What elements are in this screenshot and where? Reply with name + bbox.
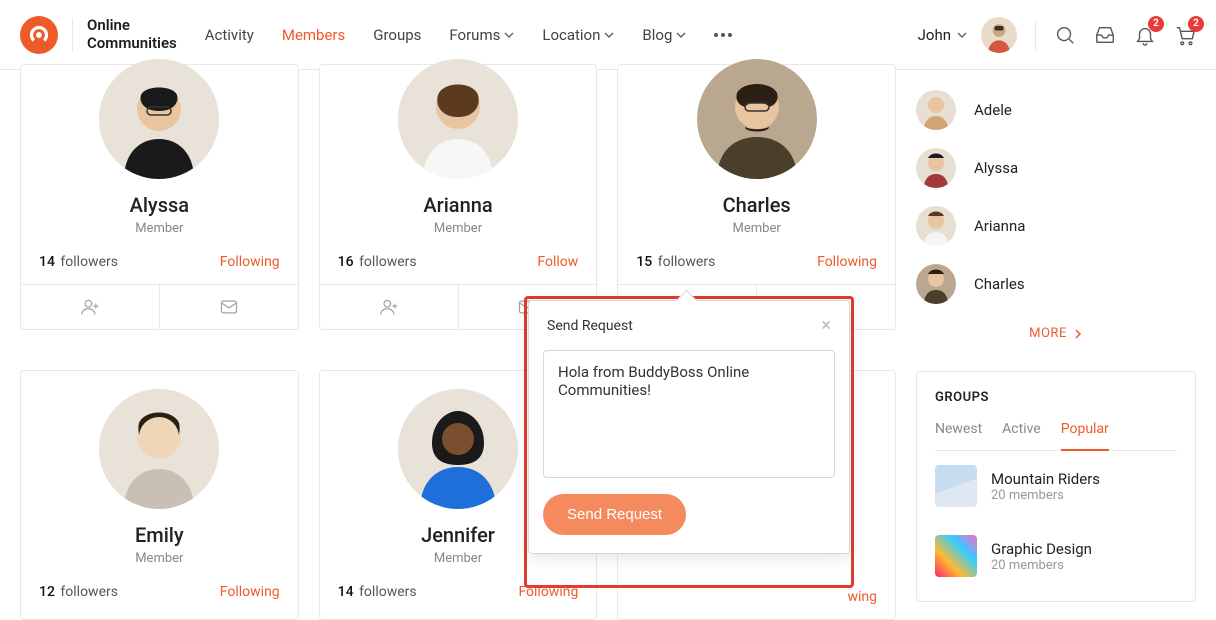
followers-count: 14 followers bbox=[338, 584, 417, 600]
sidebar-member[interactable]: Charles bbox=[916, 264, 1196, 304]
avatar bbox=[916, 206, 956, 246]
member-card: Arianna Member 16 followers Follow bbox=[319, 64, 598, 330]
nav-forums[interactable]: Forums bbox=[449, 26, 514, 44]
group-item[interactable]: Mountain Riders 20 members bbox=[935, 451, 1177, 521]
send-request-popover: Send Request × Send Request bbox=[528, 300, 850, 554]
nav-members[interactable]: Members bbox=[282, 26, 345, 44]
group-sub: 20 members bbox=[991, 558, 1092, 573]
avatar[interactable] bbox=[99, 389, 219, 509]
bell-badge: 2 bbox=[1148, 16, 1164, 32]
nav-groups[interactable]: Groups bbox=[373, 26, 421, 44]
send-request-button[interactable]: Send Request bbox=[543, 494, 686, 535]
search-icon[interactable] bbox=[1054, 24, 1076, 46]
group-thumb bbox=[935, 465, 977, 507]
request-message-input[interactable] bbox=[543, 350, 835, 478]
bell-icon[interactable]: 2 bbox=[1134, 24, 1156, 46]
sidebar-member[interactable]: Alyssa bbox=[916, 148, 1196, 188]
follow-button[interactable]: Following bbox=[220, 584, 280, 600]
member-name[interactable]: Jennifer bbox=[421, 523, 495, 547]
follow-button[interactable]: Following bbox=[817, 254, 877, 270]
tab-popular[interactable]: Popular bbox=[1061, 421, 1109, 451]
tab-active[interactable]: Active bbox=[1002, 421, 1041, 450]
member-role: Member bbox=[434, 221, 482, 236]
member-role: Member bbox=[135, 551, 183, 566]
logo[interactable] bbox=[20, 16, 58, 54]
add-friend-button[interactable] bbox=[21, 285, 159, 329]
sidebar-member-name: Charles bbox=[974, 275, 1025, 293]
nav-blog[interactable]: Blog bbox=[642, 26, 686, 44]
member-role: Member bbox=[135, 221, 183, 236]
sidebar-member[interactable]: Arianna bbox=[916, 206, 1196, 246]
avatar bbox=[916, 148, 956, 188]
group-title: Graphic Design bbox=[991, 540, 1092, 558]
cart-icon[interactable]: 2 bbox=[1174, 24, 1196, 46]
popover-title: Send Request bbox=[547, 318, 633, 334]
more-label: MORE bbox=[1029, 326, 1067, 341]
member-role: Member bbox=[434, 551, 482, 566]
group-thumb bbox=[935, 535, 977, 577]
followers-count: 14 followers bbox=[39, 254, 118, 270]
cart-badge: 2 bbox=[1188, 16, 1204, 32]
nav-blog-label: Blog bbox=[642, 26, 672, 44]
followers-count: 12 followers bbox=[39, 584, 118, 600]
chevron-down-icon bbox=[957, 30, 967, 40]
user-avatar bbox=[981, 17, 1017, 53]
brand-line1: Online bbox=[87, 17, 177, 34]
sidebar-member[interactable]: Adele bbox=[916, 90, 1196, 130]
member-card: Charles Member 15 followers Following bbox=[617, 64, 896, 330]
avatar[interactable] bbox=[398, 59, 518, 179]
follow-button[interactable]: Follow bbox=[537, 254, 578, 270]
member-card: Alyssa Member 14 followers Following bbox=[20, 64, 299, 330]
avatar[interactable] bbox=[99, 59, 219, 179]
member-role: Member bbox=[733, 221, 781, 236]
chevron-down-icon bbox=[504, 30, 514, 40]
group-sub: 20 members bbox=[991, 488, 1100, 503]
followers-count: 16 followers bbox=[338, 254, 417, 270]
member-name[interactable]: Arianna bbox=[423, 193, 492, 217]
group-title: Mountain Riders bbox=[991, 470, 1100, 488]
add-friend-button[interactable] bbox=[320, 285, 458, 329]
follow-button[interactable]: wing bbox=[847, 589, 877, 605]
brand-line2: Communities bbox=[87, 35, 177, 52]
avatar[interactable] bbox=[398, 389, 518, 509]
message-button[interactable] bbox=[159, 285, 298, 329]
sidebar-member-name: Adele bbox=[974, 101, 1012, 119]
inbox-icon[interactable] bbox=[1094, 24, 1116, 46]
follow-button[interactable]: Following bbox=[220, 254, 280, 270]
tab-newest[interactable]: Newest bbox=[935, 421, 982, 450]
nav-location-label: Location bbox=[542, 26, 600, 44]
followers-count: 15 followers bbox=[636, 254, 715, 270]
chevron-down-icon bbox=[604, 30, 614, 40]
user-menu[interactable]: John bbox=[918, 17, 1017, 53]
more-link[interactable]: MORE bbox=[916, 326, 1196, 341]
avatar bbox=[916, 90, 956, 130]
member-name[interactable]: Charles bbox=[723, 193, 791, 217]
user-name: John bbox=[918, 26, 951, 44]
chevron-right-icon bbox=[1073, 329, 1083, 339]
member-card: Emily Member 12 followers Following bbox=[20, 370, 299, 620]
nav-activity[interactable]: Activity bbox=[205, 26, 254, 44]
brand-name[interactable]: Online Communities bbox=[87, 17, 177, 52]
follow-button[interactable]: Following bbox=[518, 584, 578, 600]
chevron-down-icon bbox=[676, 30, 686, 40]
close-icon[interactable]: × bbox=[821, 315, 831, 336]
sidebar-member-name: Arianna bbox=[974, 217, 1025, 235]
avatar bbox=[916, 264, 956, 304]
groups-heading: GROUPS bbox=[935, 390, 1177, 405]
sidebar-member-name: Alyssa bbox=[974, 159, 1018, 177]
avatar[interactable] bbox=[697, 59, 817, 179]
group-item[interactable]: Graphic Design 20 members bbox=[935, 521, 1177, 591]
nav-forums-label: Forums bbox=[449, 26, 500, 44]
nav-more[interactable] bbox=[714, 33, 732, 37]
member-name[interactable]: Emily bbox=[135, 523, 184, 547]
member-name[interactable]: Alyssa bbox=[130, 193, 190, 217]
nav-location[interactable]: Location bbox=[542, 26, 614, 44]
